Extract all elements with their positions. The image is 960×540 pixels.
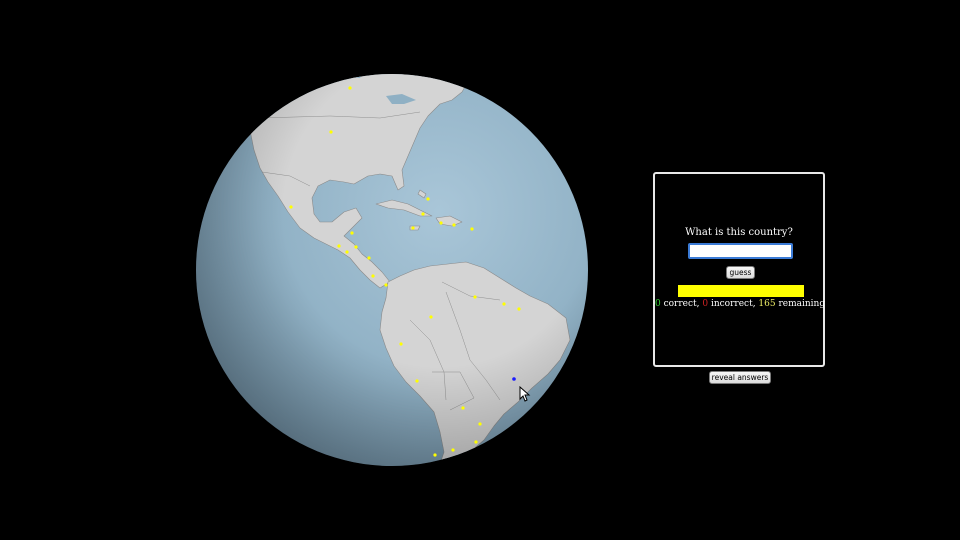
mouse-cursor-icon xyxy=(519,386,531,402)
greenland-land xyxy=(469,74,561,91)
country-marker-icon[interactable] xyxy=(411,226,415,230)
country-marker-icon[interactable] xyxy=(384,283,388,287)
country-marker-icon[interactable] xyxy=(452,223,456,227)
country-marker-icon[interactable] xyxy=(474,440,478,444)
answer-input[interactable] xyxy=(688,243,793,259)
globe-shading xyxy=(196,74,588,466)
remaining-suffix: remaining xyxy=(775,299,826,309)
country-marker-icon[interactable] xyxy=(421,212,425,216)
selected-country-marker-icon[interactable] xyxy=(512,377,516,381)
country-marker-icon[interactable] xyxy=(337,244,341,248)
hudson-bay xyxy=(320,74,370,78)
country-marker-icon[interactable] xyxy=(415,379,419,383)
country-marker-icon[interactable] xyxy=(399,342,403,346)
country-marker-icon[interactable] xyxy=(439,221,443,225)
country-marker-icon[interactable] xyxy=(502,302,506,306)
country-marker-icon[interactable] xyxy=(350,231,354,235)
country-marker-icon[interactable] xyxy=(426,197,430,201)
country-marker-icon[interactable] xyxy=(517,307,521,311)
country-marker-icon[interactable] xyxy=(345,250,349,254)
country-marker-icon[interactable] xyxy=(473,295,477,299)
country-marker-icon[interactable] xyxy=(329,130,333,134)
country-marker-icon[interactable] xyxy=(348,86,352,90)
incorrect-suffix: incorrect, xyxy=(708,299,759,309)
quiz-scene: What is this country? guess 0 correct, 0… xyxy=(0,0,960,540)
country-marker-icon[interactable] xyxy=(429,315,433,319)
guess-button[interactable]: guess xyxy=(726,266,755,279)
country-marker-icon[interactable] xyxy=(371,274,375,278)
quiz-panel: What is this country? guess 0 correct, 0… xyxy=(653,172,825,367)
progress-bar xyxy=(678,285,804,297)
correct-suffix: correct, xyxy=(660,299,703,309)
country-marker-icon[interactable] xyxy=(354,245,358,249)
country-marker-icon[interactable] xyxy=(367,256,371,260)
country-marker-icon[interactable] xyxy=(461,406,465,410)
country-marker-icon[interactable] xyxy=(478,422,482,426)
reveal-answers-button[interactable]: reveal answers xyxy=(709,371,771,384)
remaining-count: 165 xyxy=(758,299,776,309)
country-marker-icon[interactable] xyxy=(433,453,437,457)
country-marker-icon[interactable] xyxy=(451,448,455,452)
score-line: 0 correct, 0 incorrect, 165 remaining xyxy=(655,299,826,309)
country-marker-icon[interactable] xyxy=(289,205,293,209)
question-label: What is this country? xyxy=(685,227,793,238)
country-marker-icon[interactable] xyxy=(470,227,474,231)
